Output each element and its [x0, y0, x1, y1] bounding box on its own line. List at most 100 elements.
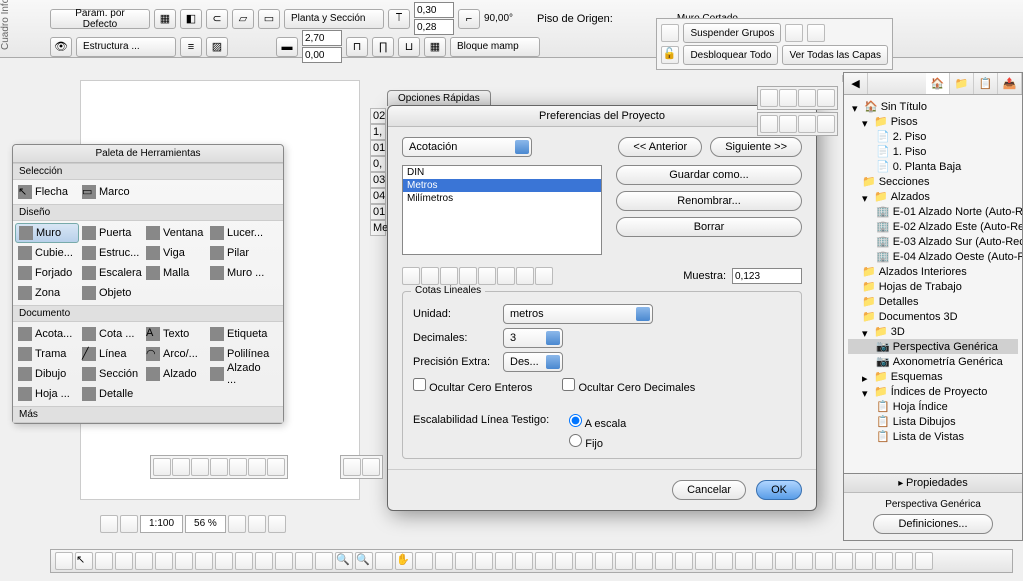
ver-capas-button[interactable]: Ver Todas las Capas	[782, 45, 888, 65]
bt-27[interactable]	[575, 552, 593, 570]
tool-escalera[interactable]: Escalera	[79, 263, 143, 283]
tree-detalles[interactable]: 📁 Detalles	[848, 294, 1018, 309]
bt-9[interactable]	[215, 552, 233, 570]
tool-alzado2[interactable]: Alzado ...	[207, 364, 271, 384]
bt-39[interactable]	[815, 552, 833, 570]
align-icon-1[interactable]: ⊓	[346, 37, 368, 57]
bt-21[interactable]	[455, 552, 473, 570]
bt-26[interactable]	[555, 552, 573, 570]
estructura-button[interactable]: Estructura ...	[76, 37, 176, 57]
bt-22[interactable]	[475, 552, 493, 570]
tool-forjado[interactable]: Forjado	[15, 263, 79, 283]
list-item-mm[interactable]: Milímetros	[403, 192, 601, 205]
dim-tab-4[interactable]	[459, 267, 477, 285]
ms1-3[interactable]	[191, 458, 209, 476]
bt-38[interactable]	[795, 552, 813, 570]
scale-display[interactable]: 1:100	[140, 515, 183, 533]
bt-41[interactable]	[855, 552, 873, 570]
tree-alzados[interactable]: ▾📁 Alzados	[848, 189, 1018, 204]
bt-32[interactable]	[675, 552, 693, 570]
bt-34[interactable]	[715, 552, 733, 570]
tree-lista-dibujos[interactable]: 📋 Lista Dibujos	[848, 414, 1018, 429]
navigator-tree[interactable]: ▾🏠 Sin Título ▾📁 Pisos 📄 2. Piso 📄 1. Pi…	[844, 95, 1022, 448]
ocultar-enteros-check[interactable]: Ocultar Cero Enteros	[413, 378, 532, 394]
wall-icon[interactable]: ▬	[276, 37, 298, 57]
layers-icon[interactable]: ≡	[180, 37, 202, 57]
tool-viga[interactable]: Viga	[143, 243, 207, 263]
tree-hoja-indice[interactable]: 📋 Hoja Índice	[848, 399, 1018, 414]
nav-tab-publisher[interactable]: 📤	[998, 73, 1022, 94]
tree-docs3d[interactable]: 📁 Documentos 3D	[848, 309, 1018, 324]
tool-malla[interactable]: Malla	[143, 263, 207, 283]
opciones-rapidas-tab[interactable]: Opciones Rápidas	[387, 90, 491, 106]
propiedades-title[interactable]: ▸ Propiedades	[844, 474, 1022, 493]
section-mas[interactable]: Más	[13, 406, 283, 423]
bt-7[interactable]	[175, 552, 193, 570]
bt-8[interactable]	[195, 552, 213, 570]
mini-icon-a[interactable]	[785, 24, 803, 42]
tool-arco[interactable]: ◠Arco/...	[143, 344, 207, 364]
attr-icon-2[interactable]	[779, 89, 797, 107]
tool-acota[interactable]: Acota...	[15, 324, 79, 344]
decimales-select[interactable]: 3	[503, 328, 563, 348]
tree-pisos[interactable]: ▾📁 Pisos	[848, 114, 1018, 129]
tool-etiqueta[interactable]: Etiqueta	[207, 324, 271, 344]
tree-3d[interactable]: ▾📁 3D	[848, 324, 1018, 339]
tool-icon-1[interactable]: ▦	[154, 9, 176, 29]
bt-37[interactable]	[775, 552, 793, 570]
ms1-1[interactable]	[153, 458, 171, 476]
tree-lista-vistas[interactable]: 📋 Lista de Vistas	[848, 429, 1018, 444]
bt-3[interactable]	[95, 552, 113, 570]
attr-icon-6[interactable]	[779, 115, 797, 133]
tool-hoja[interactable]: Hoja ...	[15, 384, 79, 404]
ms1-2[interactable]	[172, 458, 190, 476]
val3-field[interactable]	[302, 30, 342, 46]
bt-5[interactable]	[135, 552, 153, 570]
tree-hojas[interactable]: 📁 Hojas de Trabajo	[848, 279, 1018, 294]
list-item-metros[interactable]: Metros	[403, 179, 601, 192]
bt-10[interactable]	[235, 552, 253, 570]
desbloquear-button[interactable]: Desbloquear Todo	[683, 45, 778, 65]
hatch-icon[interactable]: ▨	[206, 37, 228, 57]
category-select[interactable]: Acotación	[402, 137, 532, 157]
ms1-5[interactable]	[229, 458, 247, 476]
bt-15[interactable]: 🔍	[335, 552, 353, 570]
bt-44[interactable]	[915, 552, 933, 570]
mini-icon-b[interactable]	[807, 24, 825, 42]
sb-icon-4[interactable]	[248, 515, 266, 533]
borrar-button[interactable]: Borrar	[616, 217, 802, 237]
ms2-1[interactable]	[343, 458, 361, 476]
ms2-2[interactable]	[362, 458, 380, 476]
tool-estruc[interactable]: Estruc...	[79, 243, 143, 263]
a-escala-radio[interactable]: A escala	[569, 414, 626, 430]
tool-puerta[interactable]: Puerta	[79, 223, 143, 243]
attr-icon-8[interactable]	[817, 115, 835, 133]
zoom-display[interactable]: 56 %	[185, 515, 226, 533]
attr-icon-5[interactable]	[760, 115, 778, 133]
tool-muro[interactable]: Muro	[15, 223, 79, 243]
tool-zona[interactable]: Zona	[15, 283, 79, 303]
bt-40[interactable]	[835, 552, 853, 570]
slope-icon[interactable]: ⌐	[458, 9, 480, 29]
pattern-icon[interactable]: ▦	[424, 37, 446, 57]
tool-icon-4[interactable]: ▱	[232, 9, 254, 29]
attr-icon-4[interactable]	[817, 89, 835, 107]
siguiente-button[interactable]: Siguiente >>	[710, 137, 802, 157]
bt-25[interactable]	[535, 552, 553, 570]
bt-42[interactable]	[875, 552, 893, 570]
sb-icon-5[interactable]	[268, 515, 286, 533]
tool-icon-5[interactable]: ▭	[258, 9, 280, 29]
tree-planta-baja[interactable]: 📄 0. Planta Baja	[848, 159, 1018, 174]
nav-tab-back[interactable]: ◀	[844, 73, 868, 94]
tool-muro2[interactable]: Muro ...	[207, 263, 271, 283]
attr-icon-7[interactable]	[798, 115, 816, 133]
tree-piso2[interactable]: 📄 2. Piso	[848, 129, 1018, 144]
bt-13[interactable]	[295, 552, 313, 570]
bt-1[interactable]	[55, 552, 73, 570]
bt-11[interactable]	[255, 552, 273, 570]
tool-trama[interactable]: Trama	[15, 344, 79, 364]
tree-e04[interactable]: 🏢 E-04 Alzado Oeste (Auto-R	[848, 249, 1018, 264]
ms1-6[interactable]	[248, 458, 266, 476]
bt-31[interactable]	[655, 552, 673, 570]
ok-button[interactable]: OK	[756, 480, 802, 500]
